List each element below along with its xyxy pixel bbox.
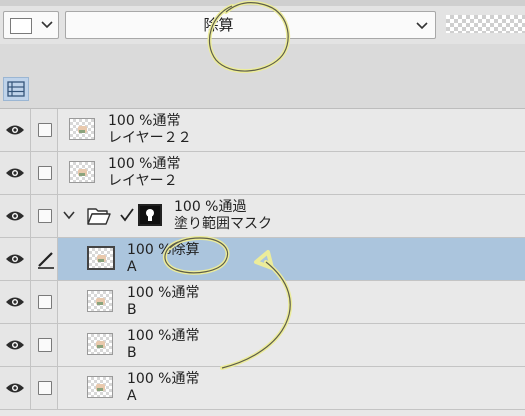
layer-row[interactable]: 100 %通常 レイヤー２	[0, 152, 525, 195]
visibility-cell[interactable]	[0, 367, 31, 409]
layer-thumbnail	[87, 246, 115, 270]
eye-icon	[6, 168, 24, 178]
layer-opacity-mode: 100 %通過	[174, 199, 247, 215]
layer-name: A	[127, 388, 137, 404]
layer-opacity-mode: 100 %通常	[127, 328, 200, 344]
visibility-cell[interactable]	[0, 281, 31, 323]
layer-color-dropdown[interactable]	[3, 11, 59, 39]
layer-toolbar	[0, 44, 525, 108]
lock-checkbox[interactable]	[38, 295, 52, 309]
eye-icon	[6, 125, 24, 135]
lock-cell[interactable]	[31, 324, 58, 366]
lock-cell[interactable]	[31, 281, 58, 323]
chevron-down-icon	[416, 22, 428, 30]
layer-row[interactable]: 100 %通常 A	[0, 367, 525, 410]
layer-thumbnail	[69, 161, 95, 183]
lock-cell[interactable]	[31, 367, 58, 409]
lock-checkbox[interactable]	[38, 381, 52, 395]
layer-row[interactable]: 100 %通常 B	[0, 324, 525, 367]
layer-name: レイヤー２	[108, 173, 178, 189]
eye-icon	[6, 211, 24, 221]
lock-checkbox[interactable]	[38, 338, 52, 352]
layer-opacity-mode: 100 %通常	[108, 113, 181, 129]
layer-list-button[interactable]	[3, 77, 29, 101]
layer-thumbnail	[87, 376, 113, 398]
chevron-down-icon	[41, 21, 53, 29]
layer-name: A	[127, 259, 137, 275]
lock-cell[interactable]	[31, 152, 58, 194]
layer-folder-row[interactable]: 100 %通過 塗り範囲マスク	[0, 195, 525, 238]
visibility-cell[interactable]	[0, 195, 31, 237]
expand-chevron-icon[interactable]	[63, 209, 75, 221]
lock-checkbox[interactable]	[38, 166, 52, 180]
list-icon	[7, 81, 25, 97]
layer-thumbnail	[87, 333, 113, 355]
layer-thumbnail	[87, 290, 113, 312]
lock-checkbox[interactable]	[38, 123, 52, 137]
layer-list: 100 %通常 レイヤー２２ 100 %通常 レイヤー２ 100 %通過 塗り範…	[0, 108, 525, 416]
layer-color-swatch	[10, 18, 32, 34]
lock-cell[interactable]	[31, 109, 58, 151]
layer-thumbnail	[69, 118, 95, 140]
layer-opacity-mode: 100 %通常	[127, 285, 200, 301]
visibility-cell[interactable]	[0, 152, 31, 194]
blend-mode-value: 除算	[203, 16, 234, 34]
layer-name: レイヤー２２	[108, 130, 192, 146]
layer-opacity-mode: 100 %除算	[127, 242, 200, 258]
mask-thumbnail	[138, 204, 162, 226]
blend-mode-dropdown[interactable]: 除算	[65, 11, 436, 39]
lock-cell[interactable]	[31, 195, 58, 237]
layer-row[interactable]: 100 %通常 B	[0, 281, 525, 324]
editing-cell[interactable]	[31, 238, 58, 280]
folder-open-icon	[87, 208, 111, 225]
layer-row[interactable]: 100 %通常 レイヤー２２	[0, 109, 525, 152]
layer-opacity-mode: 100 %通常	[127, 371, 200, 387]
lock-checkbox[interactable]	[38, 209, 52, 223]
eye-icon	[6, 297, 24, 307]
visibility-cell[interactable]	[0, 109, 31, 151]
eye-icon	[6, 254, 24, 264]
visibility-cell[interactable]	[0, 238, 31, 280]
layer-name: B	[127, 302, 137, 318]
layer-name: 塗り範囲マスク	[174, 216, 272, 232]
checkmark-icon	[120, 208, 134, 222]
opacity-slider[interactable]	[446, 15, 525, 33]
layer-name: B	[127, 345, 137, 361]
visibility-cell[interactable]	[0, 324, 31, 366]
layer-opacity-mode: 100 %通常	[108, 156, 181, 172]
eye-icon	[6, 340, 24, 350]
eye-icon	[6, 383, 24, 393]
pen-icon	[38, 252, 54, 269]
layer-row-selected[interactable]: 100 %除算 A	[0, 238, 525, 281]
